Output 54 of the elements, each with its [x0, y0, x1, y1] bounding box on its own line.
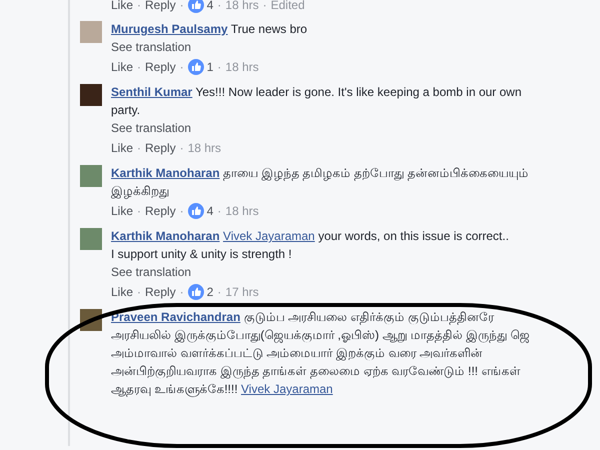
reply-link[interactable]: Reply	[145, 202, 176, 220]
mention-link[interactable]: Vivek Jayaraman	[223, 229, 315, 243]
separator-dot: ·	[137, 284, 142, 301]
mention-link[interactable]: Vivek Jayaraman	[241, 382, 333, 396]
separator-dot: ·	[262, 0, 267, 14]
comment-time: 18 hrs	[225, 59, 259, 76]
comment-text: Senthil Kumar Yes!!! Now leader is gone. It's like keeping a bomb in our own party.	[111, 84, 523, 119]
see-translation-link[interactable]: See translation	[111, 38, 192, 56]
thumbs-up-icon	[188, 59, 204, 75]
reaction-count: 1	[206, 59, 214, 76]
thumbs-up-icon	[188, 0, 204, 13]
reply-link[interactable]: Reply	[145, 283, 176, 301]
edited-label: Edited	[270, 0, 305, 14]
comment-text: Karthik Manoharan தாயை இழந்த தமிழகம் தற்போது தன்னம்பிக்கையையும் இழக்கிறது	[111, 165, 530, 200]
reply-link[interactable]: Reply	[145, 58, 176, 76]
separator-dot: ·	[180, 0, 184, 14]
separator-dot: ·	[137, 203, 142, 220]
separator-dot: ·	[180, 140, 184, 157]
like-link[interactable]: Like	[111, 283, 134, 301]
comment-time: 18 hrs	[188, 140, 222, 157]
author-link[interactable]: Senthil Kumar	[111, 85, 192, 99]
separator-dot: ·	[180, 203, 184, 220]
comment-text: Praveen Ravichandran குடும்ப அரசியலை எதிர்க்கும் குடும்பத்தினரே அரசியலில் இருக்கும்போது(ஜெயக்குமார் ,ஓபிஸ்) ஆறு மாதத்தில் இருந்து ஜெ அம்மாவால் வளர்க்கப்பட்டு அம்மையார் இறக்கும் வரை அவர்களின் அன்பிற்குறியவராக இருந்த தாங்கள் தலைமை ஏற்க வரவேண்டும் !!! எங்கள் ஆதரவு உங்களுக்கே!!!! Vivek Jayaraman	[111, 309, 530, 398]
reply-link[interactable]: Reply	[145, 0, 176, 14]
author-link[interactable]: Praveen Ravichandran	[111, 310, 240, 324]
comment-time: 17 hrs	[225, 284, 259, 301]
reaction-count: 2	[206, 284, 214, 301]
see-translation-link[interactable]: See translation	[111, 263, 192, 281]
reply-link[interactable]: Reply	[145, 139, 176, 157]
author-link[interactable]: Karthik Manoharan	[111, 229, 220, 243]
like-link[interactable]: Like	[111, 139, 134, 157]
like-link[interactable]: Like	[111, 58, 134, 76]
separator-dot: ·	[217, 203, 222, 220]
reaction-count: 4	[206, 0, 214, 14]
comment-text: Karthik Manoharan Vivek Jayaraman your words, on this issue is correct.. I support unity & unity is strength !	[111, 228, 510, 263]
comment-time: 18 hrs	[225, 203, 259, 220]
comment-text: Murugesh Paulsamy True news bro	[111, 21, 308, 38]
like-link[interactable]: Like	[111, 202, 134, 220]
separator-dot: ·	[137, 59, 142, 76]
see-translation-link[interactable]: See translation	[111, 119, 192, 137]
thumbs-up-icon	[188, 284, 204, 300]
thumbs-up-icon	[188, 203, 204, 219]
comment-time: 18 hrs	[225, 0, 259, 14]
reaction-count: 4	[206, 203, 214, 220]
separator-dot: ·	[217, 59, 222, 76]
separator-dot: ·	[217, 0, 222, 14]
author-link[interactable]: Karthik Manoharan	[111, 166, 220, 180]
like-link[interactable]: Like	[111, 0, 134, 14]
separator-dot: ·	[180, 59, 184, 76]
separator-dot: ·	[137, 0, 142, 14]
separator-dot: ·	[217, 284, 222, 301]
author-link[interactable]: Murugesh Paulsamy	[111, 22, 228, 36]
separator-dot: ·	[180, 284, 184, 301]
separator-dot: ·	[137, 140, 142, 157]
